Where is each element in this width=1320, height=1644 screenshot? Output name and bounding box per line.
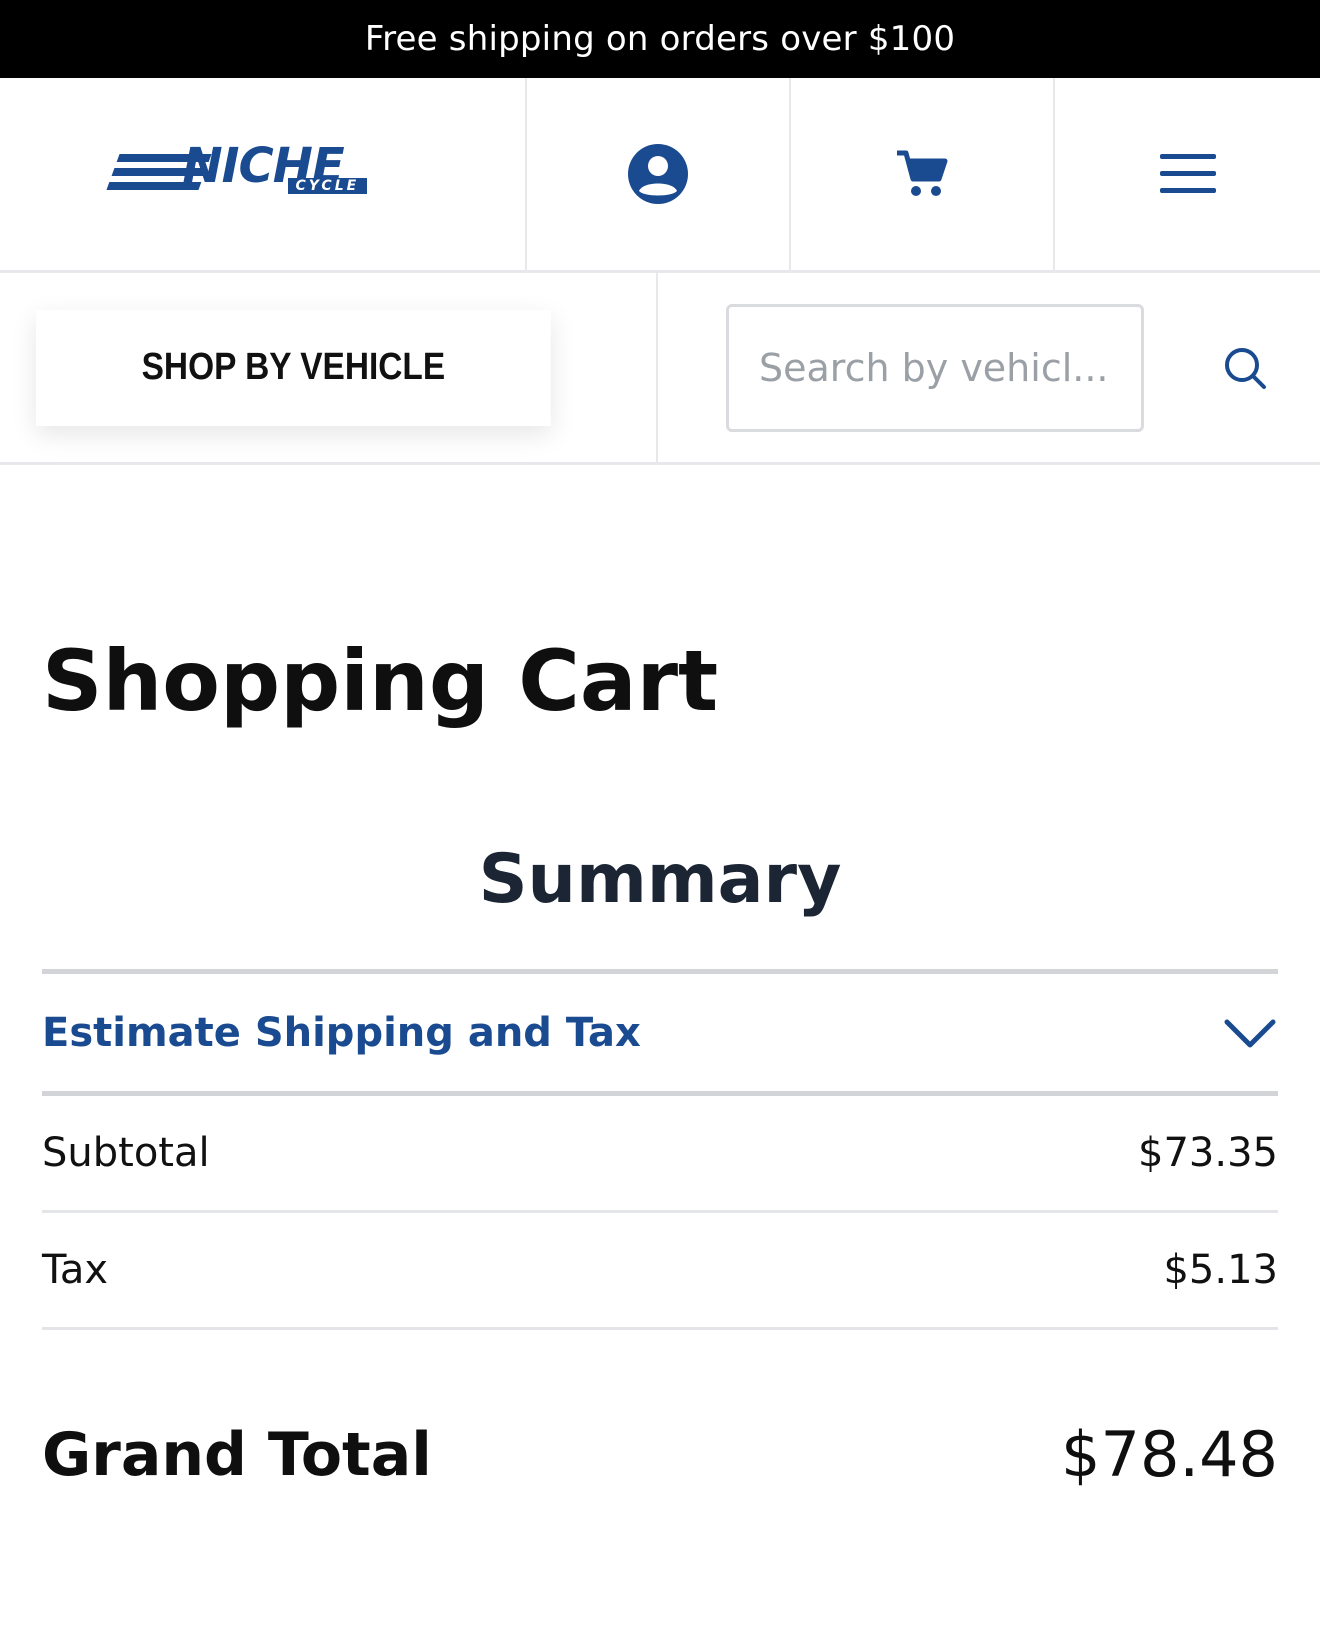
tax-value: $5.13 bbox=[1163, 1247, 1278, 1293]
search-container bbox=[658, 273, 1320, 462]
shop-by-vehicle-container: SHOP BY VEHICLE bbox=[0, 273, 658, 462]
grand-total-row: Grand Total $78.48 bbox=[42, 1418, 1278, 1491]
subtotal-value: $73.35 bbox=[1138, 1130, 1278, 1176]
subtotal-label: Subtotal bbox=[42, 1130, 210, 1176]
hamburger-menu-icon bbox=[1159, 154, 1216, 193]
grand-total-label: Grand Total bbox=[42, 1419, 432, 1490]
promo-banner: Free shipping on orders over $100 bbox=[0, 0, 1320, 78]
promo-text: Free shipping on orders over $100 bbox=[364, 19, 956, 59]
cart-button[interactable] bbox=[791, 78, 1055, 270]
account-button[interactable] bbox=[527, 78, 791, 270]
estimate-shipping-label: Estimate Shipping and Tax bbox=[42, 1009, 641, 1056]
logo-link[interactable]: NICHE CYCLE bbox=[0, 78, 527, 270]
search-icon bbox=[1225, 347, 1266, 389]
page-title: Shopping Cart bbox=[42, 632, 719, 730]
cart-icon bbox=[897, 150, 948, 196]
niche-cycle-logo: NICHE CYCLE bbox=[105, 138, 413, 204]
grand-total-value: $78.48 bbox=[1061, 1418, 1278, 1491]
search-button[interactable] bbox=[1208, 331, 1282, 405]
tax-row: Tax $5.13 bbox=[42, 1213, 1278, 1330]
menu-button[interactable] bbox=[1055, 78, 1320, 270]
shop-by-vehicle-button[interactable]: SHOP BY VEHICLE bbox=[36, 309, 551, 426]
subtotal-row: Subtotal $73.35 bbox=[42, 1096, 1278, 1213]
tax-label: Tax bbox=[42, 1247, 108, 1293]
vehicle-search-bar: SHOP BY VEHICLE bbox=[0, 273, 1320, 465]
estimate-shipping-toggle[interactable]: Estimate Shipping and Tax bbox=[42, 969, 1278, 1096]
site-header: NICHE CYCLE bbox=[0, 78, 1320, 273]
account-circle-icon bbox=[628, 144, 688, 204]
summary-heading: Summary bbox=[478, 840, 842, 919]
vehicle-search-input[interactable] bbox=[726, 303, 1144, 432]
chevron-down-icon bbox=[1224, 1019, 1276, 1047]
logo-sub: CYCLE bbox=[287, 178, 368, 194]
